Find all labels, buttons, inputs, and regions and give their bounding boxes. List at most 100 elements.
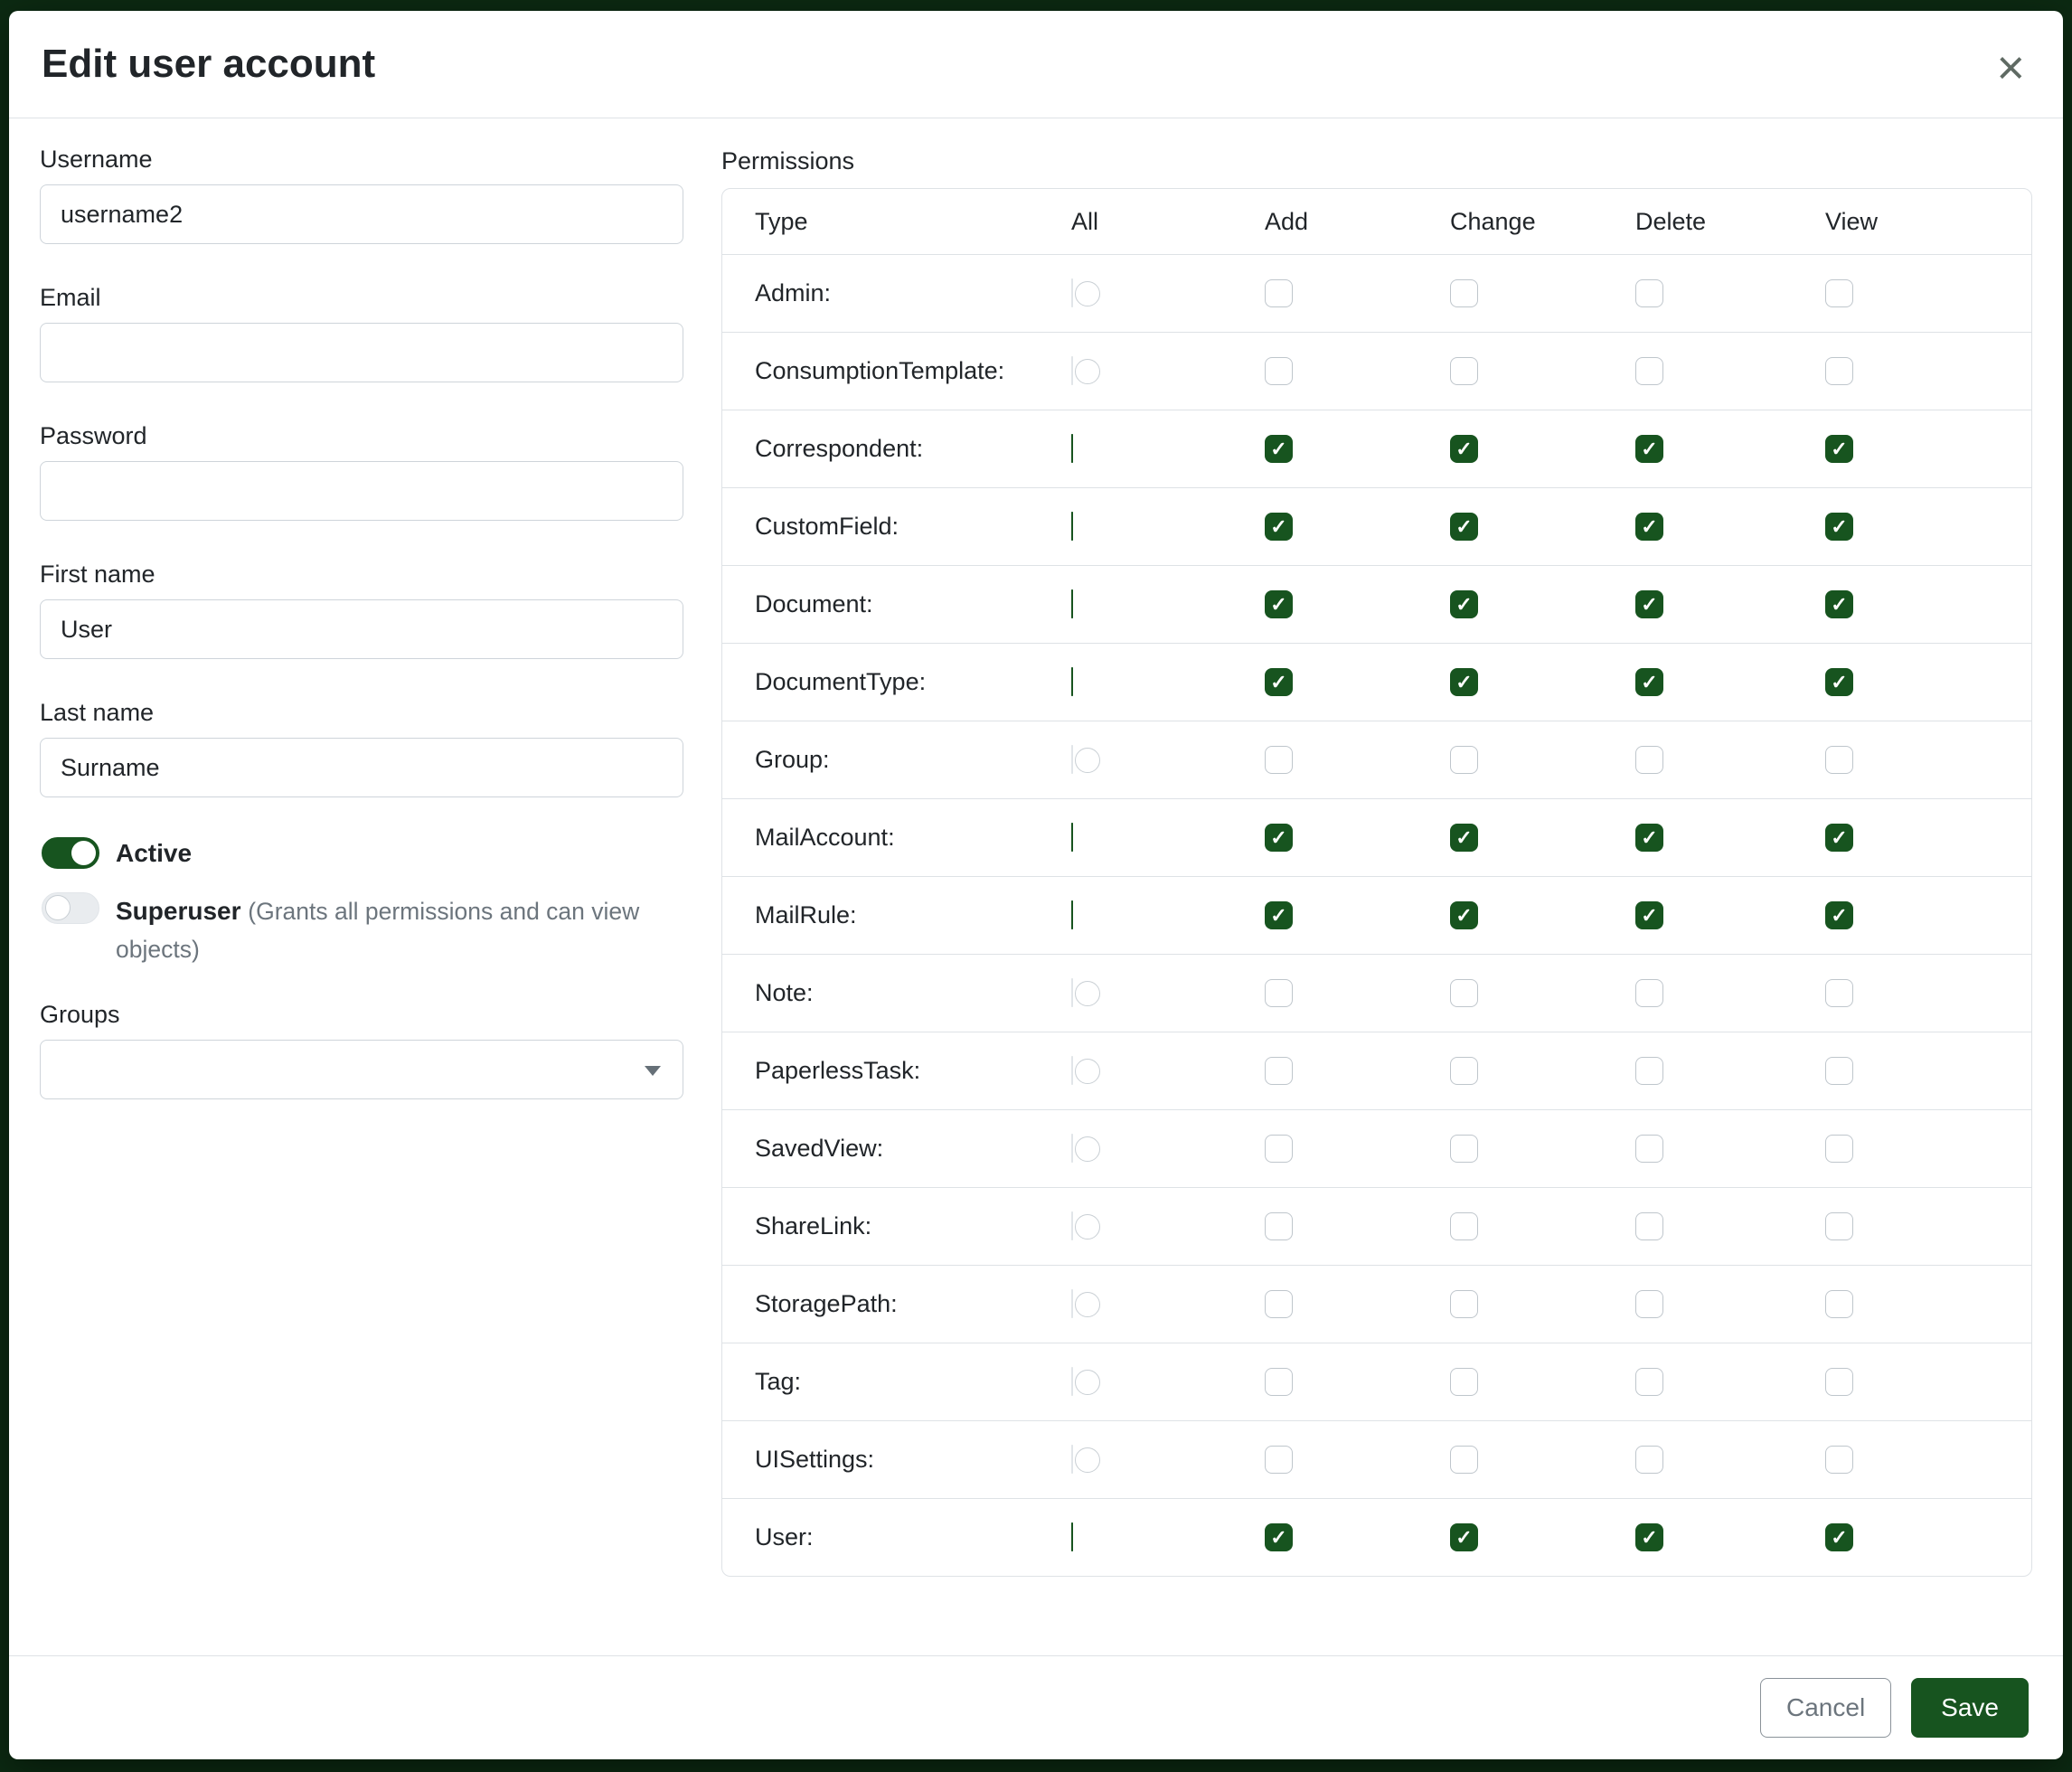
username-input[interactable] xyxy=(40,184,683,244)
permission-view-checkbox[interactable]: ✓ xyxy=(1825,435,1853,463)
permission-view-checkbox[interactable] xyxy=(1825,1368,1853,1396)
permission-delete-checkbox[interactable] xyxy=(1635,746,1663,774)
permission-add-checkbox[interactable] xyxy=(1265,746,1293,774)
permission-view-checkbox[interactable]: ✓ xyxy=(1825,824,1853,852)
permission-delete-checkbox[interactable]: ✓ xyxy=(1635,590,1663,618)
permission-view-checkbox[interactable] xyxy=(1825,746,1853,774)
permission-delete-checkbox[interactable]: ✓ xyxy=(1635,668,1663,696)
modal-body: Username Email Password First name Last xyxy=(9,118,2063,1655)
toggle-knob xyxy=(1075,1059,1100,1084)
permission-change-checkbox[interactable] xyxy=(1450,1212,1478,1240)
cancel-button[interactable]: Cancel xyxy=(1760,1678,1891,1738)
permission-add-checkbox[interactable]: ✓ xyxy=(1265,435,1293,463)
permission-view-checkbox[interactable] xyxy=(1825,1212,1853,1240)
permission-delete-checkbox[interactable]: ✓ xyxy=(1635,435,1663,463)
permission-all-toggle[interactable] xyxy=(1071,1056,1073,1085)
permission-add-checkbox[interactable] xyxy=(1265,1057,1293,1085)
permission-all-toggle[interactable] xyxy=(1071,667,1073,696)
email-field[interactable] xyxy=(40,323,683,382)
permission-all-toggle[interactable] xyxy=(1071,512,1073,541)
permission-change-checkbox[interactable] xyxy=(1450,1057,1478,1085)
permission-change-checkbox[interactable] xyxy=(1450,1446,1478,1474)
permission-view-checkbox[interactable]: ✓ xyxy=(1825,513,1853,541)
permission-change-checkbox[interactable] xyxy=(1450,746,1478,774)
permission-all-toggle[interactable] xyxy=(1071,1445,1073,1474)
permission-change-checkbox[interactable]: ✓ xyxy=(1450,590,1478,618)
permission-add-checkbox[interactable]: ✓ xyxy=(1265,513,1293,541)
permission-add-checkbox[interactable] xyxy=(1265,1368,1293,1396)
groups-select[interactable] xyxy=(40,1040,683,1099)
permission-change-checkbox[interactable]: ✓ xyxy=(1450,668,1478,696)
permission-all-toggle[interactable] xyxy=(1071,1211,1073,1240)
permission-add-checkbox[interactable]: ✓ xyxy=(1265,901,1293,929)
permissions-row: Correspondent:✓✓✓✓ xyxy=(722,410,2031,487)
permission-add-checkbox[interactable] xyxy=(1265,279,1293,307)
permission-change-checkbox[interactable]: ✓ xyxy=(1450,435,1478,463)
permission-delete-checkbox[interactable] xyxy=(1635,1368,1663,1396)
permission-change-checkbox[interactable] xyxy=(1450,357,1478,385)
permission-change-checkbox[interactable] xyxy=(1450,1135,1478,1163)
permission-all-toggle[interactable] xyxy=(1071,978,1073,1007)
last-name-field[interactable] xyxy=(40,738,683,797)
permission-change-checkbox[interactable] xyxy=(1450,979,1478,1007)
permission-delete-checkbox[interactable] xyxy=(1635,1135,1663,1163)
permission-change-checkbox[interactable]: ✓ xyxy=(1450,1523,1478,1551)
permission-add-checkbox[interactable]: ✓ xyxy=(1265,668,1293,696)
permission-delete-checkbox[interactable] xyxy=(1635,357,1663,385)
save-button[interactable]: Save xyxy=(1911,1678,2029,1738)
permission-add-checkbox[interactable] xyxy=(1265,1212,1293,1240)
active-toggle[interactable] xyxy=(42,837,99,869)
permission-add-checkbox[interactable]: ✓ xyxy=(1265,590,1293,618)
permission-all-toggle[interactable] xyxy=(1071,823,1073,852)
superuser-row: Superuser (Grants all permissions and ca… xyxy=(42,892,683,968)
permission-all-toggle[interactable] xyxy=(1071,900,1073,929)
permission-delete-checkbox[interactable] xyxy=(1635,1057,1663,1085)
permission-change-checkbox[interactable] xyxy=(1450,279,1478,307)
permission-add-checkbox[interactable] xyxy=(1265,1446,1293,1474)
permission-add-checkbox[interactable]: ✓ xyxy=(1265,824,1293,852)
permission-all-toggle[interactable] xyxy=(1071,278,1073,307)
permission-add-checkbox[interactable] xyxy=(1265,357,1293,385)
permission-view-checkbox[interactable]: ✓ xyxy=(1825,590,1853,618)
permission-all-toggle[interactable] xyxy=(1071,1367,1073,1396)
permission-view-checkbox[interactable] xyxy=(1825,1446,1853,1474)
permission-delete-checkbox[interactable] xyxy=(1635,979,1663,1007)
permission-delete-checkbox[interactable]: ✓ xyxy=(1635,513,1663,541)
permission-delete-checkbox[interactable]: ✓ xyxy=(1635,901,1663,929)
permission-add-checkbox[interactable] xyxy=(1265,1290,1293,1318)
permission-delete-checkbox[interactable] xyxy=(1635,1290,1663,1318)
permission-delete-checkbox[interactable]: ✓ xyxy=(1635,1523,1663,1551)
close-icon[interactable]: × xyxy=(1992,43,2029,92)
permission-view-checkbox[interactable] xyxy=(1825,279,1853,307)
permission-change-checkbox[interactable] xyxy=(1450,1368,1478,1396)
password-field[interactable] xyxy=(40,461,683,521)
permission-delete-checkbox[interactable] xyxy=(1635,1212,1663,1240)
permission-view-checkbox[interactable]: ✓ xyxy=(1825,1523,1853,1551)
permission-all-toggle[interactable] xyxy=(1071,745,1073,774)
permission-change-checkbox[interactable]: ✓ xyxy=(1450,824,1478,852)
permission-add-checkbox[interactable] xyxy=(1265,979,1293,1007)
permission-all-toggle[interactable] xyxy=(1071,356,1073,385)
permission-view-checkbox[interactable] xyxy=(1825,1135,1853,1163)
permission-all-toggle[interactable] xyxy=(1071,589,1073,618)
permission-add-checkbox[interactable] xyxy=(1265,1135,1293,1163)
permission-change-checkbox[interactable]: ✓ xyxy=(1450,513,1478,541)
permission-view-checkbox[interactable]: ✓ xyxy=(1825,901,1853,929)
permission-delete-checkbox[interactable]: ✓ xyxy=(1635,824,1663,852)
permission-view-checkbox[interactable] xyxy=(1825,357,1853,385)
permission-delete-checkbox[interactable] xyxy=(1635,279,1663,307)
permission-all-toggle[interactable] xyxy=(1071,1289,1073,1318)
permission-all-toggle[interactable] xyxy=(1071,434,1073,463)
permission-all-toggle[interactable] xyxy=(1071,1522,1073,1551)
permission-all-toggle[interactable] xyxy=(1071,1134,1073,1163)
permission-change-checkbox[interactable]: ✓ xyxy=(1450,901,1478,929)
permission-view-checkbox[interactable]: ✓ xyxy=(1825,668,1853,696)
permission-view-checkbox[interactable] xyxy=(1825,1290,1853,1318)
permission-view-checkbox[interactable] xyxy=(1825,979,1853,1007)
first-name-field[interactable] xyxy=(40,599,683,659)
superuser-toggle[interactable] xyxy=(42,892,99,924)
permission-delete-checkbox[interactable] xyxy=(1635,1446,1663,1474)
permission-view-checkbox[interactable] xyxy=(1825,1057,1853,1085)
permission-add-checkbox[interactable]: ✓ xyxy=(1265,1523,1293,1551)
permission-change-checkbox[interactable] xyxy=(1450,1290,1478,1318)
